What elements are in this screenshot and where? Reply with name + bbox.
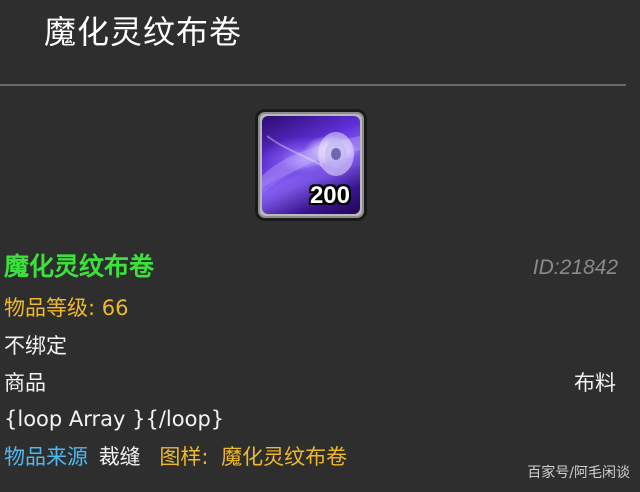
- item-source-line: 物品来源 裁缝 图样: 魔化灵纹布卷: [4, 442, 347, 472]
- pattern-label: 图样:: [159, 445, 209, 469]
- item-type: 商品: [4, 371, 46, 395]
- watermark: 百家号/阿毛闲谈: [527, 465, 630, 481]
- header-divider: [0, 84, 626, 86]
- source-label: 物品来源: [4, 445, 88, 469]
- item-icon-slot[interactable]: 200: [255, 109, 367, 221]
- item-level: 物品等级: 66: [4, 296, 129, 320]
- item-name: 魔化灵纹布卷: [4, 252, 155, 281]
- bind-status: 不绑定: [4, 334, 67, 358]
- item-id: ID:21842: [532, 256, 618, 279]
- page-title: 魔化灵纹布卷: [44, 13, 243, 51]
- stack-count-badge: 200: [309, 182, 350, 209]
- purple-cloth-bolt-icon: 200: [262, 116, 360, 214]
- pattern-link[interactable]: 魔化灵纹布卷: [221, 445, 347, 469]
- item-subtype: 布料: [574, 371, 616, 395]
- source-profession: 裁缝: [98, 445, 141, 469]
- template-placeholder-text: {loop Array }{/loop}: [4, 407, 225, 431]
